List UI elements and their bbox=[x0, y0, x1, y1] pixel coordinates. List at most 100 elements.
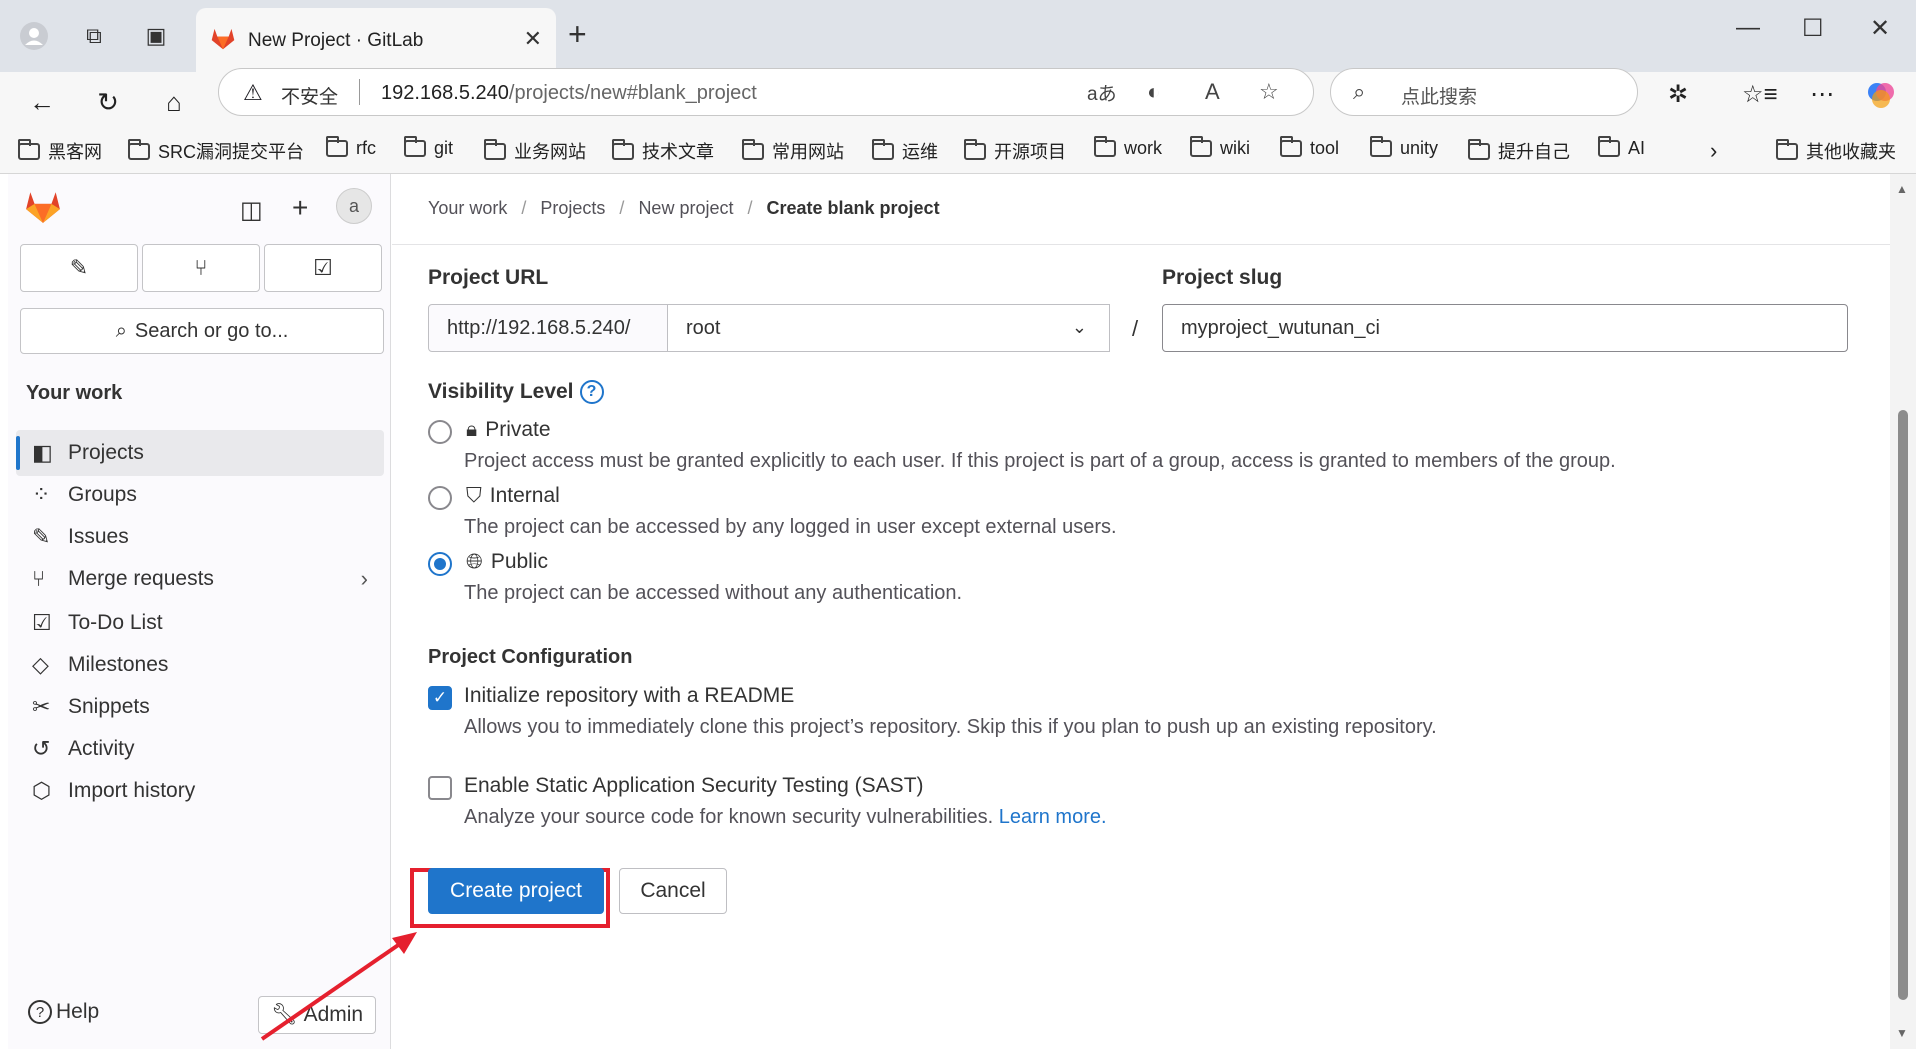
gitlab-logo-icon[interactable] bbox=[24, 188, 62, 229]
sast-label[interactable]: Enable Static Application Security Testi… bbox=[464, 774, 924, 798]
breadcrumb: Your work / Projects / New project / Cre… bbox=[428, 198, 940, 219]
back-icon[interactable]: ← bbox=[22, 82, 62, 122]
sidebar-item-label: To-Do List bbox=[68, 611, 163, 634]
avatar[interactable]: a bbox=[336, 188, 372, 224]
bookmark-folder[interactable]: 开源项目 bbox=[964, 138, 1066, 164]
profile-icon[interactable] bbox=[14, 17, 54, 55]
sidebar-item-snippets[interactable]: ✂ Snippets bbox=[16, 684, 384, 730]
create-new-icon[interactable]: + bbox=[292, 192, 308, 224]
help-button[interactable]: ? Help bbox=[28, 1000, 99, 1024]
sidebar-item-merge-requests[interactable]: ⑂ Merge requests › bbox=[16, 556, 384, 602]
collapse-sidebar-icon[interactable]: ◫ bbox=[240, 196, 263, 225]
namespace-select[interactable]: root ⌄ bbox=[668, 304, 1110, 352]
address-bar[interactable]: ⚠ 不安全 192.168.5.240/projects/new#blank_p… bbox=[218, 68, 1314, 116]
tab-title: New Project · GitLab bbox=[248, 30, 424, 51]
tab-close-icon[interactable]: ✕ bbox=[524, 26, 542, 52]
radio-private[interactable] bbox=[428, 420, 452, 444]
cancel-button[interactable]: Cancel bbox=[619, 868, 727, 914]
option-internal-label[interactable]: ⛉ Internal bbox=[466, 484, 560, 508]
bookmark-folder[interactable]: AI bbox=[1598, 136, 1646, 159]
project-icon: ◧ bbox=[32, 440, 53, 465]
sidebar-item-label: Activity bbox=[68, 737, 135, 760]
vertical-tabs-icon[interactable]: ▣ bbox=[136, 17, 176, 55]
bookmark-folder[interactable]: 技术文章 bbox=[612, 138, 714, 164]
scroll-down-icon[interactable]: ▼ bbox=[1896, 1026, 1908, 1040]
option-label-text: Internal bbox=[489, 484, 560, 507]
breadcrumb-item[interactable]: Projects bbox=[540, 198, 605, 219]
bookmark-folder[interactable]: 运维 bbox=[872, 138, 938, 164]
read-aloud-icon[interactable]: A bbox=[1205, 79, 1220, 105]
bookmark-folder[interactable]: SRC漏洞提交平台 bbox=[128, 138, 304, 164]
bookmark-folder[interactable]: 常用网站 bbox=[742, 138, 844, 164]
readme-label[interactable]: Initialize repository with a README bbox=[464, 684, 794, 708]
minimize-icon[interactable]: — bbox=[1736, 14, 1760, 42]
maximize-icon[interactable]: ☐ bbox=[1802, 14, 1824, 43]
warning-icon[interactable]: ⚠ bbox=[243, 80, 263, 106]
favorite-star-icon[interactable]: ☆ bbox=[1259, 79, 1279, 105]
workspaces-icon[interactable]: ⧉ bbox=[74, 17, 114, 55]
bookmark-folder[interactable]: rfc bbox=[326, 136, 376, 159]
sidebar-item-import-history[interactable]: ⬡ Import history bbox=[16, 768, 384, 814]
browser-search-box[interactable]: ⌕ 点此搜索 bbox=[1330, 68, 1638, 116]
other-bookmarks-folder[interactable]: 其他收藏夹 bbox=[1776, 138, 1896, 164]
sidebar-item-activity[interactable]: ↺ Activity bbox=[16, 726, 384, 772]
favorites-icon[interactable]: ☆≡ bbox=[1742, 80, 1778, 109]
bookmark-label: AI bbox=[1628, 138, 1646, 158]
radio-internal[interactable] bbox=[428, 486, 452, 510]
bookmark-label: work bbox=[1124, 138, 1163, 158]
bookmark-folder[interactable]: git bbox=[404, 136, 453, 159]
insecure-label[interactable]: 不安全 bbox=[281, 82, 338, 109]
scrollbar-thumb[interactable] bbox=[1898, 410, 1908, 1000]
option-public-label[interactable]: 🌐︎ Public bbox=[466, 550, 548, 574]
question-icon[interactable]: ? bbox=[579, 380, 604, 405]
page-scrollbar[interactable]: ▲ ▼ bbox=[1890, 174, 1916, 1049]
browser-tab-active[interactable]: New Project · GitLab ✕ bbox=[196, 8, 556, 72]
globe-icon: 🌐︎ bbox=[466, 550, 483, 573]
sidebar-item-groups[interactable]: ⁘ Groups bbox=[16, 472, 384, 518]
bookmark-folder[interactable]: tool bbox=[1280, 136, 1339, 159]
folder-icon bbox=[1776, 138, 1798, 160]
sidebar-item-projects[interactable]: ◧ Projects bbox=[16, 430, 384, 476]
bookmark-folder[interactable]: wiki bbox=[1190, 136, 1250, 159]
search-or-go-to-button[interactable]: ⌕ Search or go to... bbox=[20, 308, 384, 354]
bookmark-label: 常用网站 bbox=[772, 142, 844, 162]
scroll-up-icon[interactable]: ▲ bbox=[1896, 182, 1908, 196]
reload-icon[interactable]: ↻ bbox=[88, 82, 128, 122]
project-slug-input[interactable] bbox=[1162, 304, 1848, 352]
readme-checkbox[interactable]: ✓ bbox=[428, 686, 452, 710]
bookmarks-overflow-chevron-icon[interactable]: › bbox=[1710, 138, 1717, 164]
todo-list-button[interactable]: ☑ bbox=[264, 244, 382, 292]
avatar-alt-text: a bbox=[348, 195, 359, 216]
edge-icon[interactable]: ◐ bbox=[1147, 79, 1160, 105]
bookmark-folder[interactable]: 黑客网 bbox=[18, 138, 102, 164]
radio-public[interactable] bbox=[428, 552, 452, 576]
sidebar-item-milestones[interactable]: ◇ Milestones bbox=[16, 642, 384, 688]
window-close-icon[interactable]: ✕ bbox=[1870, 14, 1890, 43]
merge-requests-button[interactable]: ⑂ bbox=[142, 244, 260, 292]
create-project-button[interactable]: Create project bbox=[428, 868, 604, 914]
folder-icon bbox=[484, 138, 506, 160]
bookmark-folder[interactable]: unity bbox=[1370, 136, 1438, 159]
sidebar-item-issues[interactable]: ✎ Issues bbox=[16, 514, 384, 560]
bookmark-folder[interactable]: 业务网站 bbox=[484, 138, 586, 164]
sast-checkbox[interactable] bbox=[428, 776, 452, 800]
url-text[interactable]: 192.168.5.240/projects/new#blank_project bbox=[381, 82, 757, 105]
sidebar-item-todo-list[interactable]: ☑ To-Do List bbox=[16, 600, 384, 646]
option-label-text: Private bbox=[485, 418, 551, 441]
new-tab-button[interactable]: + bbox=[568, 16, 587, 53]
copilot-icon[interactable] bbox=[1866, 80, 1896, 117]
bookmark-folder[interactable]: work bbox=[1094, 136, 1163, 159]
learn-more-link[interactable]: Learn more. bbox=[999, 806, 1107, 828]
breadcrumb-item[interactable]: New project bbox=[638, 198, 733, 219]
option-private-label[interactable]: 🔒︎ Private bbox=[466, 418, 551, 442]
home-icon[interactable]: ⌂ bbox=[154, 82, 194, 122]
extensions-icon[interactable]: ✲ bbox=[1668, 80, 1688, 109]
breadcrumb-current: Create blank project bbox=[766, 198, 940, 218]
sidebar-item-label: Merge requests bbox=[68, 567, 214, 590]
breadcrumb-item[interactable]: Your work bbox=[428, 198, 507, 219]
more-menu-icon[interactable]: ⋯ bbox=[1810, 80, 1834, 109]
bookmark-folder[interactable]: 提升自己 bbox=[1468, 138, 1570, 164]
assigned-issues-button[interactable]: ✎ bbox=[20, 244, 138, 292]
translate-icon[interactable]: aあ bbox=[1087, 79, 1117, 106]
annotation-arrow-icon bbox=[260, 932, 417, 1041]
